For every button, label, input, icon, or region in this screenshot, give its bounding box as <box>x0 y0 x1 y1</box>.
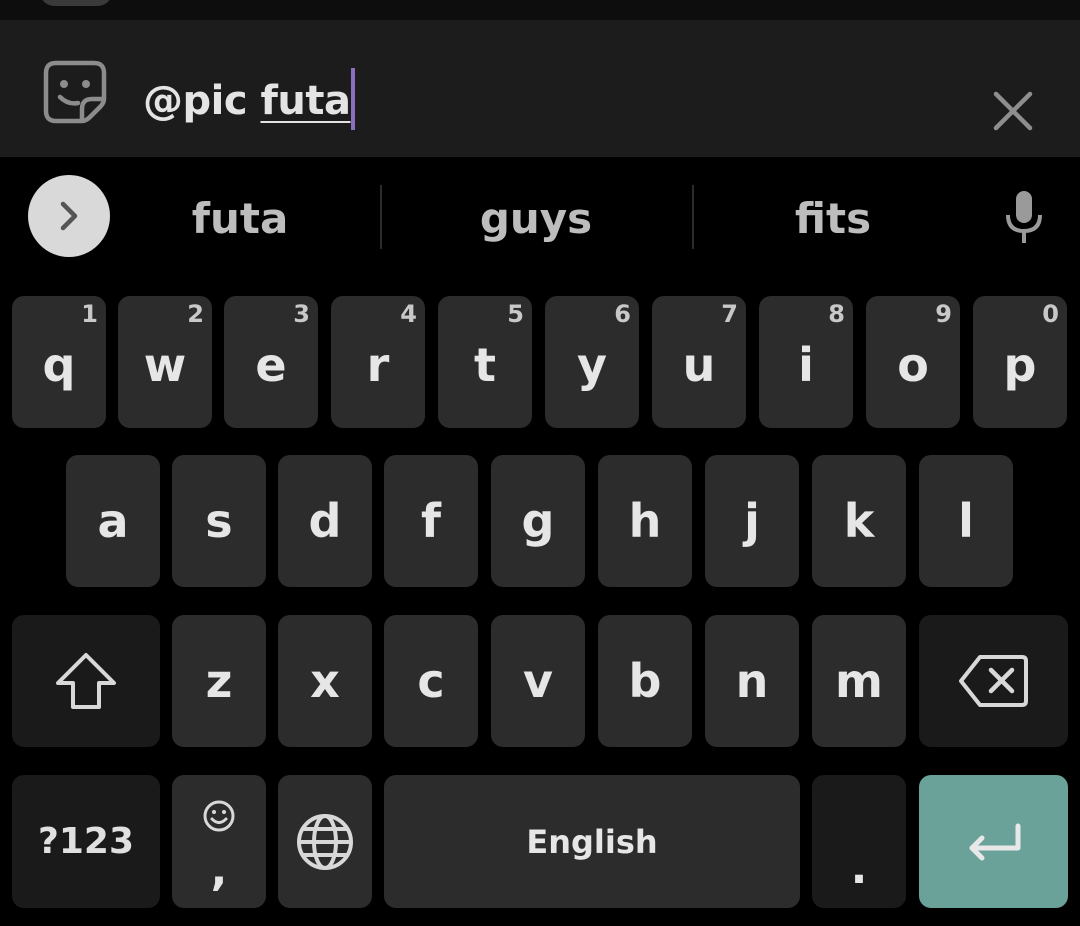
key-label: o <box>897 338 929 392</box>
key-l[interactable]: l <box>919 455 1013 587</box>
key-label: c <box>417 654 445 708</box>
key-b[interactable]: b <box>598 615 692 747</box>
symbols-label: ?123 <box>37 821 135 862</box>
key-hint: 7 <box>721 300 738 328</box>
key-j[interactable]: j <box>705 455 799 587</box>
key-hint: 4 <box>400 300 417 328</box>
symbols-key[interactable]: ?123 <box>12 775 160 908</box>
key-label: x <box>310 654 340 708</box>
key-f[interactable]: f <box>384 455 478 587</box>
enter-key[interactable] <box>919 775 1068 908</box>
suggestion-divider <box>380 185 382 249</box>
key-hint: 9 <box>935 300 952 328</box>
key-label: j <box>744 494 760 548</box>
key-z[interactable]: z <box>172 615 266 747</box>
backspace-icon <box>958 655 1028 707</box>
key-i[interactable]: 8i <box>759 296 853 428</box>
key-label: h <box>628 494 662 548</box>
key-label: p <box>1003 338 1037 392</box>
key-q[interactable]: 1q <box>12 296 106 428</box>
key-k[interactable]: k <box>812 455 906 587</box>
suggestion-2[interactable]: guys <box>400 179 672 259</box>
key-hint: 5 <box>507 300 524 328</box>
key-e[interactable]: 3e <box>224 296 318 428</box>
input-prefix: @pic <box>143 78 261 124</box>
key-a[interactable]: a <box>66 455 160 587</box>
key-label: q <box>42 338 76 392</box>
key-label: m <box>835 654 883 708</box>
key-label: d <box>308 494 342 548</box>
keyboard-screen: @pic futa futa guys fits 1q 2w 3e 4r 5t … <box>0 0 1080 926</box>
key-c[interactable]: c <box>384 615 478 747</box>
expand-toolbar-button[interactable] <box>28 175 110 257</box>
key-label: n <box>735 654 769 708</box>
key-m[interactable]: m <box>812 615 906 747</box>
text-input-bar: @pic futa <box>0 20 1080 157</box>
key-hint: 8 <box>828 300 845 328</box>
space-bar[interactable]: English <box>384 775 800 908</box>
key-label: g <box>521 494 555 548</box>
space-bar-label: English <box>526 822 658 861</box>
key-label: v <box>523 654 553 708</box>
key-label: t <box>474 338 496 392</box>
key-label: e <box>255 338 287 392</box>
key-w[interactable]: 2w <box>118 296 212 428</box>
key-label: k <box>843 494 875 548</box>
language-key[interactable] <box>278 775 372 908</box>
key-label: z <box>205 654 233 708</box>
suggestion-divider <box>692 185 694 249</box>
emoji-icon <box>203 800 235 832</box>
key-label: s <box>205 494 233 548</box>
comma-key[interactable]: , <box>172 775 266 908</box>
key-label: i <box>798 338 814 392</box>
suggestion-3[interactable]: fits <box>710 179 956 259</box>
composing-word: futa <box>260 78 351 124</box>
text-caret <box>351 68 356 130</box>
key-hint: 2 <box>187 300 204 328</box>
globe-icon <box>297 813 353 870</box>
period-key[interactable]: . <box>812 775 906 908</box>
key-label: b <box>628 654 662 708</box>
key-g[interactable]: g <box>491 455 585 587</box>
key-hint: 1 <box>81 300 98 328</box>
key-o[interactable]: 9o <box>866 296 960 428</box>
key-s[interactable]: s <box>172 455 266 587</box>
avatar-edge <box>40 0 112 6</box>
key-label: y <box>577 338 607 392</box>
key-hint: 6 <box>614 300 631 328</box>
message-input[interactable]: @pic futa <box>143 68 356 130</box>
key-h[interactable]: h <box>598 455 692 587</box>
comma-label: , <box>210 845 228 896</box>
key-label: r <box>366 338 390 392</box>
chevron-right-icon <box>60 201 78 231</box>
suggestion-strip: futa guys fits <box>0 157 1080 287</box>
key-hint: 3 <box>293 300 310 328</box>
close-icon[interactable] <box>992 90 1034 132</box>
key-d[interactable]: d <box>278 455 372 587</box>
shift-key[interactable] <box>12 615 160 747</box>
key-r[interactable]: 4r <box>331 296 425 428</box>
key-label: a <box>97 494 129 548</box>
enter-icon <box>969 823 1020 860</box>
backspace-key[interactable] <box>919 615 1068 747</box>
key-label: l <box>958 494 974 548</box>
key-u[interactable]: 7u <box>652 296 746 428</box>
key-label: w <box>143 338 187 392</box>
key-hint: 0 <box>1042 300 1059 328</box>
key-v[interactable]: v <box>491 615 585 747</box>
period-label: . <box>850 843 868 894</box>
shift-icon <box>56 653 116 709</box>
key-y[interactable]: 6y <box>545 296 639 428</box>
previous-content-edge <box>0 0 1080 20</box>
key-x[interactable]: x <box>278 615 372 747</box>
microphone-icon[interactable] <box>1002 189 1046 245</box>
suggestion-1[interactable]: futa <box>120 179 360 259</box>
key-p[interactable]: 0p <box>973 296 1067 428</box>
key-label: u <box>682 338 716 392</box>
key-label: f <box>420 494 441 548</box>
key-n[interactable]: n <box>705 615 799 747</box>
sticker-icon[interactable] <box>42 59 108 125</box>
key-t[interactable]: 5t <box>438 296 532 428</box>
